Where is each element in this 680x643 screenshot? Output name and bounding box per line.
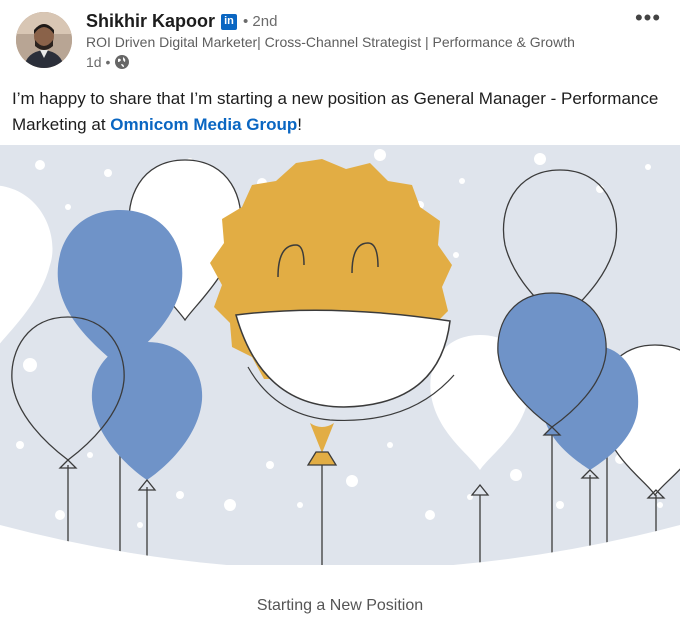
company-link[interactable]: Omnicom Media Group xyxy=(110,115,297,134)
author-headline: ROI Driven Digital Marketer| Cross-Chann… xyxy=(86,34,575,50)
connection-degree: • 2nd xyxy=(243,13,278,30)
post-text-end: ! xyxy=(297,115,303,134)
author-name-row: Shikhir Kapoor in • 2nd xyxy=(86,11,277,32)
post-text: I’m happy to share that I’m starting a n… xyxy=(12,86,668,138)
celebration-image[interactable] xyxy=(0,145,680,565)
media-caption: Starting a New Position xyxy=(256,597,424,614)
post-meta: 1d • xyxy=(86,54,130,70)
author-name[interactable]: Shikhir Kapoor xyxy=(86,11,215,32)
post-time: 1d • xyxy=(86,54,111,70)
post-text-body: I’m happy to share that I’m starting a n… xyxy=(12,89,659,134)
post-header: Shikhir Kapoor in • 2nd ROI Driven Digit… xyxy=(0,0,680,80)
more-options-icon[interactable]: ••• xyxy=(634,7,662,29)
globe-icon xyxy=(115,55,130,69)
linkedin-premium-icon: in xyxy=(221,13,238,30)
author-avatar[interactable] xyxy=(16,12,72,68)
